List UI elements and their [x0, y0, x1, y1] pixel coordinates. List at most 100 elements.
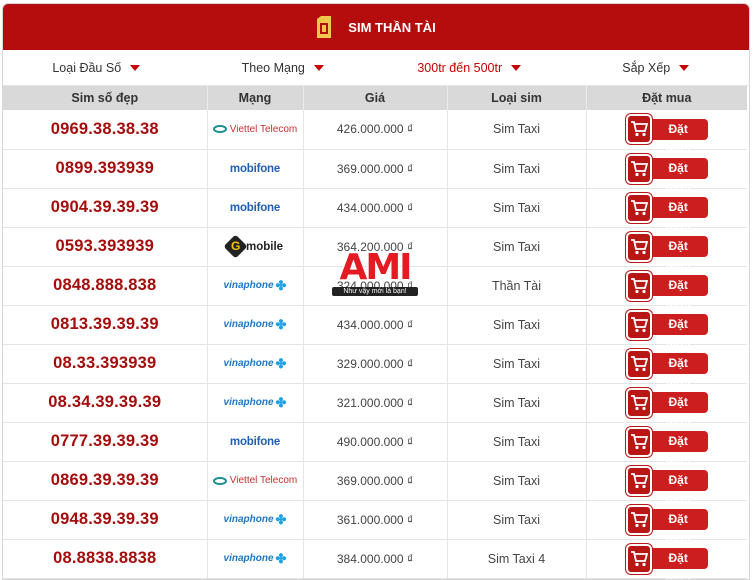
- sim-number[interactable]: 08.8838.8838: [53, 549, 156, 567]
- cell-number: 0593.393939: [3, 227, 208, 267]
- sim-type: Thần Tài: [491, 278, 542, 293]
- order-button-label: Đặt mua: [647, 548, 708, 579]
- gmobile-g-icon: G: [223, 234, 248, 259]
- cell-type: Sim Taxi: [447, 383, 587, 423]
- sim-price: 329.000.000 ₫: [336, 356, 414, 371]
- shopping-cart-icon: [625, 270, 652, 301]
- sim-type: Sim Taxi: [492, 512, 540, 527]
- mobifone-logo: mobifone: [230, 198, 280, 218]
- shopping-cart-icon: [625, 309, 652, 340]
- order-button[interactable]: Đặt mua: [625, 153, 708, 196]
- sim-panel: SIM THẦN TÀI Loại Đầu Số Theo Mạng 300tr đ…: [2, 3, 750, 580]
- sim-number[interactable]: 0593.393939: [55, 237, 154, 255]
- vinaphone-logo: vinaphone ✤: [224, 393, 287, 413]
- order-button[interactable]: Đặt mua: [625, 426, 708, 469]
- order-button-label: Đặt mua: [647, 158, 708, 196]
- vinaphone-star-icon: ✤: [275, 394, 287, 410]
- cell-price: 426.000.000 ₫: [303, 110, 448, 150]
- filter-dropdown-1[interactable]: Theo Mạng: [190, 61, 377, 75]
- sim-number[interactable]: 0848.888.838: [53, 276, 156, 294]
- cell-price: 369.000.000 ₫: [303, 149, 448, 189]
- caret-down-icon: [313, 65, 324, 71]
- network-name: vinaphone: [223, 514, 274, 525]
- sim-number[interactable]: 0813.39.39.39: [51, 315, 159, 333]
- col-header-number: Sim số đẹp: [3, 86, 208, 110]
- viettel-logo: Viettel Telecom: [212, 119, 298, 139]
- table-header-row: Sim số đẹp Mạng Giá Loại sim Đặt mua: [3, 86, 747, 110]
- vinaphone-star-icon: ✤: [275, 511, 287, 527]
- order-button-label: Đặt mua: [647, 118, 708, 157]
- mobifone-logo: mobifone: [230, 159, 280, 179]
- sim-number[interactable]: 0969.38.38.38: [51, 120, 159, 138]
- sim-number[interactable]: 0777.39.39.39: [51, 432, 159, 450]
- order-button[interactable]: Đặt mua: [625, 387, 708, 430]
- network-name: vinaphone: [223, 397, 274, 408]
- cell-number: 0848.888.838: [3, 266, 208, 306]
- order-button[interactable]: Đặt mua: [625, 543, 708, 579]
- cell-type: Sim Taxi: [447, 500, 587, 540]
- order-button[interactable]: Đặt mua: [625, 270, 708, 313]
- table-row: 0969.38.38.38 Viettel Telecom 426.000.000 …: [3, 110, 747, 157]
- network-name: mobifone: [229, 162, 281, 175]
- sim-type: Sim Taxi: [492, 473, 540, 488]
- vinaphone-logo: vinaphone ✤: [224, 276, 287, 296]
- table-row: 0899.393939 mobifone 369.000.000 ₫ Sim Taxi…: [3, 149, 747, 196]
- sim-number[interactable]: 0904.39.39.39: [51, 198, 159, 216]
- cell-network: vinaphone ✤: [207, 539, 304, 579]
- shopping-cart-icon: [625, 348, 652, 379]
- sim-number[interactable]: 0899.393939: [55, 159, 154, 177]
- sim-type: Sim Taxi: [492, 122, 540, 137]
- vinaphone-star-icon: ✤: [275, 355, 287, 371]
- shopping-cart-icon: [625, 192, 652, 223]
- table-row: 0593.393939 Gmobile 364.200.000 ₫ Sim Taxi Đ…: [3, 227, 747, 274]
- gmobile-logo: Gmobile: [223, 234, 283, 259]
- shopping-cart-icon: [625, 465, 652, 496]
- filter-bar: Loại Đầu Số Theo Mạng 300tr đến 500tr Sắp X…: [3, 50, 749, 86]
- filter-dropdown-3[interactable]: Sắp Xếp: [563, 61, 750, 75]
- shopping-cart-icon: [625, 426, 652, 457]
- order-button[interactable]: Đặt mua: [625, 504, 708, 547]
- cell-number: 08.34.39.39.39: [3, 383, 208, 423]
- filter-dropdown-2[interactable]: 300tr đến 500tr: [376, 61, 563, 75]
- cell-price: 324.000.000 ₫: [303, 266, 448, 306]
- cell-price: 369.000.000 ₫: [303, 461, 448, 501]
- cell-price: 490.000.000 ₫: [303, 422, 448, 462]
- sim-price: 434.000.000 ₫: [336, 317, 414, 332]
- cell-number: 0777.39.39.39: [3, 422, 208, 462]
- sim-number[interactable]: 08.33.393939: [53, 354, 156, 372]
- order-button[interactable]: Đặt mua: [625, 348, 708, 391]
- cell-order: Đặt mua: [586, 110, 747, 157]
- table-row: 0777.39.39.39 mobifone 490.000.000 ₫ Sim Ta…: [3, 422, 747, 469]
- col-header-price: Giá: [303, 86, 448, 110]
- cell-type: Sim Taxi: [447, 344, 587, 384]
- filter-label: Loại Đầu Số: [52, 60, 122, 75]
- cell-network: vinaphone ✤: [207, 500, 304, 540]
- network-name: mobifone: [229, 201, 281, 214]
- caret-down-icon: [511, 65, 522, 71]
- order-button[interactable]: Đặt mua: [625, 114, 708, 157]
- network-name: Viettel Telecom: [229, 123, 298, 135]
- sim-number[interactable]: 0948.39.39.39: [51, 510, 159, 528]
- sim-price: 361.000.000 ₫: [336, 512, 414, 527]
- order-button[interactable]: Đặt mua: [625, 192, 708, 235]
- shopping-cart-icon: [625, 504, 652, 535]
- sim-type: Sim Taxi: [492, 200, 540, 215]
- vinaphone-star-icon: ✤: [275, 316, 287, 332]
- order-button[interactable]: Đặt mua: [625, 309, 708, 352]
- sim-price: 490.000.000 ₫: [336, 434, 414, 449]
- vinaphone-logo: vinaphone ✤: [224, 510, 287, 530]
- filter-dropdown-0[interactable]: Loại Đầu Số: [3, 61, 190, 75]
- cell-network: Viettel Telecom: [207, 110, 304, 150]
- cell-price: 361.000.000 ₫: [303, 500, 448, 540]
- col-header-order: Đặt mua: [586, 86, 747, 110]
- sim-number[interactable]: 0869.39.39.39: [51, 471, 159, 489]
- cell-price: 434.000.000 ₫: [303, 188, 448, 228]
- sim-number[interactable]: 08.34.39.39.39: [48, 393, 161, 411]
- order-button[interactable]: Đặt mua: [625, 465, 708, 508]
- order-button[interactable]: Đặt mua: [625, 231, 708, 274]
- cell-number: 0948.39.39.39: [3, 500, 208, 540]
- viettel-leaf-icon: [212, 125, 227, 134]
- cell-price: 321.000.000 ₫: [303, 383, 448, 423]
- table-row: 0948.39.39.39 vinaphone ✤ 361.000.000 ₫ Sim …: [3, 500, 747, 547]
- table-row: 0848.888.838 vinaphone ✤ 324.000.000 ₫ Thần …: [3, 266, 747, 313]
